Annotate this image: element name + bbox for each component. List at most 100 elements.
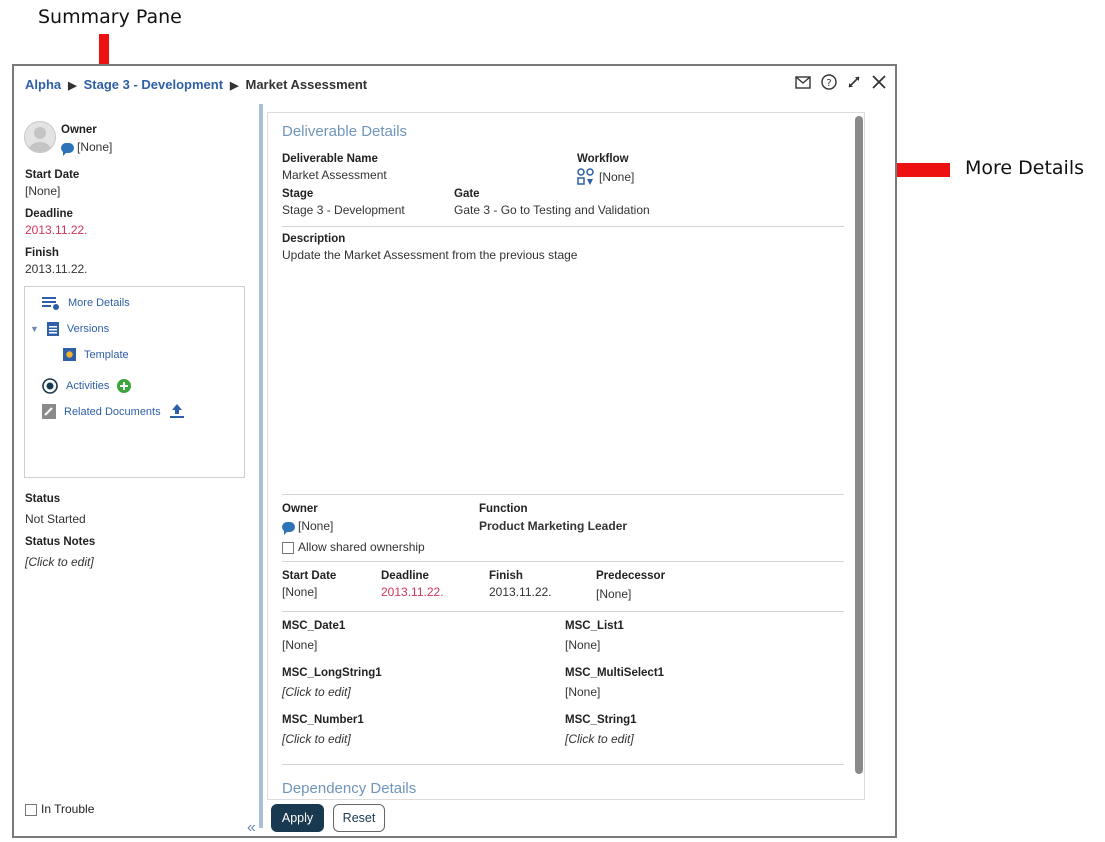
owner-value-row[interactable]: [None] [61, 140, 113, 156]
summary-nav: More Details ▼ Versions Template Activit… [24, 286, 245, 478]
divider [282, 494, 844, 495]
msc-multiselect1-value[interactable]: [None] [565, 685, 600, 699]
start-date-value: [None] [25, 184, 61, 198]
nav-more-details-label: More Details [68, 297, 130, 309]
finish-label: Finish [25, 247, 59, 259]
status-notes-label: Status Notes [25, 536, 96, 548]
checkbox-box[interactable] [25, 803, 37, 816]
detail-start-date-label: Start Date [282, 570, 337, 582]
activities-icon [42, 378, 58, 394]
allow-shared-ownership-checkbox[interactable]: Allow shared ownership [282, 540, 425, 554]
expand-triangle-icon[interactable]: ▼ [30, 324, 39, 334]
status-value[interactable]: Not Started [25, 512, 86, 526]
status-label: Status [25, 493, 61, 505]
chat-icon [282, 521, 295, 535]
document-icon [46, 322, 59, 336]
checkbox-box[interactable] [282, 541, 294, 554]
msc-list1-label: MSC_List1 [565, 620, 624, 632]
workflow-value-row[interactable]: [None] [577, 168, 634, 186]
deliverable-name-value[interactable]: Market Assessment [282, 168, 387, 182]
nav-related-documents[interactable]: Related Documents [42, 404, 185, 419]
deadline-value: 2013.11.22. [25, 223, 88, 237]
detail-owner-value-row[interactable]: [None] [282, 519, 334, 535]
nav-versions[interactable]: ▼ Versions [30, 322, 109, 336]
expand-icon[interactable] [847, 75, 861, 94]
details-scrollbar[interactable] [855, 116, 863, 774]
owner-value: [None] [77, 140, 113, 154]
avatar [24, 121, 56, 153]
breadcrumb-current: Market Assessment [245, 77, 368, 92]
workflow-icon [577, 168, 594, 185]
svg-text:?: ? [826, 78, 831, 89]
add-activity-icon[interactable] [117, 379, 132, 393]
msc-list1-value[interactable]: [None] [565, 638, 600, 652]
breadcrumb-root-link[interactable]: Alpha [25, 77, 61, 92]
msc-number1-value[interactable]: [Click to edit] [282, 732, 351, 746]
workflow-label: Workflow [577, 153, 629, 165]
summary-pane: Owner [None] Start Date [None] Deadline … [14, 104, 259, 836]
divider [282, 764, 844, 765]
msc-longstring1-value[interactable]: [Click to edit] [282, 685, 351, 699]
msc-string1-label: MSC_String1 [565, 714, 637, 726]
deliverable-dialog: Alpha ▶ Stage 3 - Development ▶ Market Asses… [12, 64, 897, 838]
breadcrumb-separator-icon: ▶ [68, 80, 77, 92]
detail-owner-value: [None] [298, 519, 334, 533]
msc-string1-value[interactable]: [Click to edit] [565, 732, 634, 746]
nav-activities[interactable]: Activities [42, 378, 132, 394]
in-trouble-checkbox[interactable]: In Trouble [25, 802, 94, 816]
nav-versions-label: Versions [66, 323, 110, 335]
nav-related-documents-label: Related Documents [64, 405, 161, 418]
detail-start-date-value[interactable]: [None] [282, 585, 317, 599]
nav-activities-label: Activities [66, 380, 110, 392]
dependency-details-title: Dependency Details [282, 780, 417, 797]
msc-multiselect1-label: MSC_MultiSelect1 [565, 667, 665, 679]
breadcrumb: Alpha ▶ Stage 3 - Development ▶ Market Asses… [25, 77, 367, 92]
in-trouble-label: In Trouble [41, 802, 95, 816]
msc-date1-value[interactable]: [None] [282, 638, 317, 652]
pane-divider[interactable] [259, 104, 263, 828]
msc-date1-label: MSC_Date1 [282, 620, 346, 632]
breadcrumb-separator-icon: ▶ [230, 80, 239, 92]
list-settings-icon [42, 297, 59, 310]
divider [282, 611, 844, 612]
start-date-label: Start Date [25, 169, 80, 181]
more-details-callout: More Details [965, 157, 1085, 179]
apply-button[interactable]: Apply [271, 804, 324, 832]
function-label: Function [479, 503, 528, 515]
allow-shared-ownership-label: Allow shared ownership [298, 540, 425, 554]
reset-button[interactable]: Reset [333, 804, 385, 832]
detail-deadline-value[interactable]: 2013.11.22. [381, 585, 444, 599]
nav-template-label: Template [84, 348, 129, 361]
summary-pane-callout: Summary Pane [38, 6, 182, 28]
breadcrumb-stage-link[interactable]: Stage 3 - Development [84, 77, 223, 92]
status-notes-value[interactable]: [Click to edit] [25, 555, 94, 569]
msc-longstring1-label: MSC_LongString1 [282, 667, 382, 679]
predecessor-value[interactable]: [None] [596, 587, 631, 601]
chat-icon [61, 142, 74, 156]
deadline-label: Deadline [25, 208, 73, 220]
detail-finish-value[interactable]: 2013.11.22. [489, 585, 552, 599]
stage-label: Stage [282, 188, 314, 200]
nav-more-details[interactable]: More Details [42, 296, 130, 310]
description-label: Description [282, 233, 346, 245]
divider [282, 226, 844, 227]
msc-number1-label: MSC_Number1 [282, 714, 364, 726]
help-icon[interactable]: ? [821, 74, 837, 95]
mail-icon[interactable] [795, 75, 811, 94]
dialog-footer: Apply Reset [267, 800, 865, 836]
gate-value: Gate 3 - Go to Testing and Validation [454, 203, 650, 217]
collapse-pane-icon[interactable]: « [247, 819, 256, 837]
deliverable-name-label: Deliverable Name [282, 153, 378, 165]
more-details-pane: Deliverable Details Deliverable Name Mar… [267, 112, 865, 800]
window-controls: ? [795, 74, 887, 95]
predecessor-label: Predecessor [596, 570, 666, 582]
deliverable-details-title: Deliverable Details [282, 123, 408, 140]
close-icon[interactable] [871, 74, 887, 95]
description-value[interactable]: Update the Market Assessment from the pr… [282, 248, 577, 262]
detail-deadline-label: Deadline [381, 570, 429, 582]
upload-icon[interactable] [169, 404, 185, 419]
function-value: Product Marketing Leader [479, 519, 628, 533]
stage-value: Stage 3 - Development [282, 203, 405, 217]
nav-template[interactable]: Template [63, 348, 129, 361]
owner-label: Owner [61, 124, 97, 136]
